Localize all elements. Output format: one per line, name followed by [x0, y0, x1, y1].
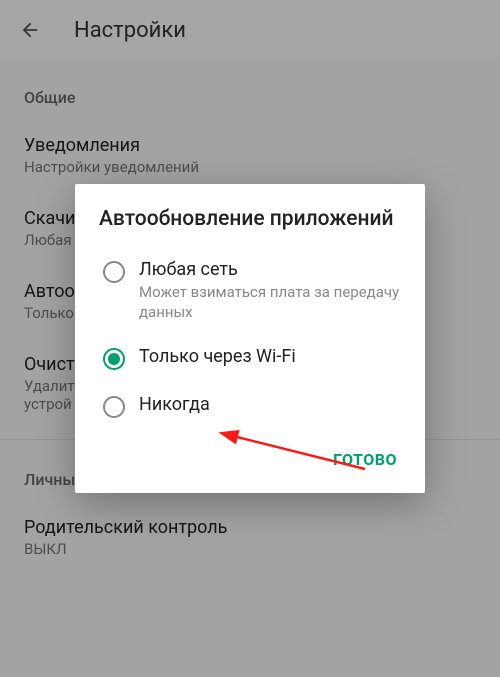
dialog-actions: ГОТОВО [75, 430, 425, 493]
option-label: Только через Wi-Fi [139, 346, 296, 369]
radio-selected-icon [103, 348, 125, 370]
option-label: Никогда [139, 394, 210, 417]
option-sublabel: Может взиматься плата за передачу данных [139, 283, 405, 322]
radio-unselected-icon [103, 261, 125, 283]
option-wifi-only[interactable]: Только через Wi-Fi [75, 334, 425, 382]
modal-overlay[interactable]: Автообновление приложений Любая сеть Мож… [0, 0, 500, 677]
dialog-title: Автообновление приложений [75, 206, 425, 247]
option-never[interactable]: Никогда [75, 382, 425, 430]
done-button[interactable]: ГОТОВО [325, 444, 405, 475]
option-any-network[interactable]: Любая сеть Может взиматься плата за пере… [75, 247, 425, 335]
autoupdate-dialog: Автообновление приложений Любая сеть Мож… [75, 184, 425, 494]
radio-unselected-icon [103, 396, 125, 418]
option-label: Любая сеть [139, 259, 405, 282]
